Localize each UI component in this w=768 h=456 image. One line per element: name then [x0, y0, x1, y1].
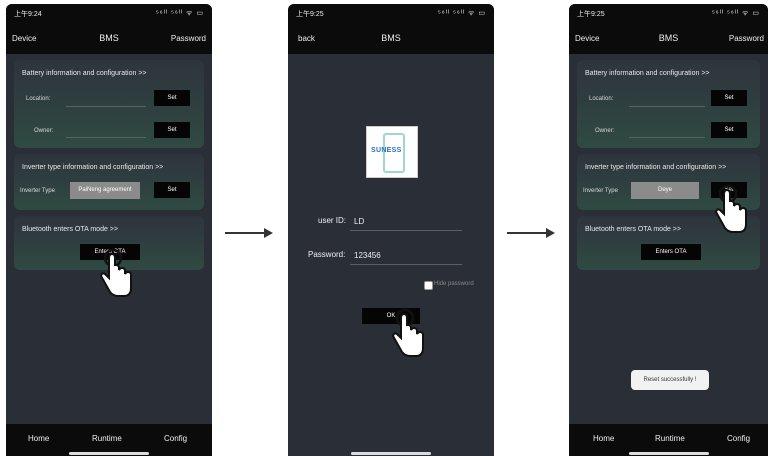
inverter-type-select[interactable]: PaiNeng agreement	[70, 182, 140, 199]
phone-screen-1: 上午9:24 ⁵⁶ᴵᴵ ⁵⁶ᴵᴵ ᯤ ▭ Device BMS Password…	[6, 4, 212, 456]
phone-screen-3: 上午9:25 ⁵⁶ᴵᴵ ⁵⁶ᴵᴵ ᯤ ▭ Device BMS Password…	[569, 4, 768, 456]
phone-screen-2: 上午9:25 ⁵⁶ᴵᴵ ⁵⁶ᴵᴵ ᯤ ▭ back BMS SUNESS use…	[288, 4, 494, 456]
logo-text: SUNESS	[371, 147, 402, 154]
tap-hand-icon	[392, 308, 424, 357]
status-time: 上午9:25	[577, 11, 605, 18]
status-bar: 上午9:24 ⁵⁶ᴵᴵ ⁵⁶ᴵᴵ ᯤ ▭	[6, 4, 212, 24]
signal-icons: ⁵⁶ᴵᴵ ⁵⁶ᴵᴵ ᯤ ▭	[437, 10, 486, 17]
owner-input[interactable]	[629, 137, 705, 138]
status-bar: 上午9:25 ⁵⁶ᴵᴵ ⁵⁶ᴵᴵ ᯤ ▭	[569, 4, 768, 24]
location-input[interactable]	[629, 106, 705, 107]
top-nav-bar: back BMS	[288, 24, 494, 54]
flow-arrow-1	[225, 228, 273, 238]
toast-message: Reset successfully !	[631, 370, 709, 390]
page-title: BMS	[381, 33, 401, 43]
owner-label: Owner:	[34, 128, 54, 134]
enter-ota-button[interactable]: Enters OTA	[641, 244, 701, 260]
owner-set-button[interactable]: Set	[154, 122, 190, 138]
hide-password-checkbox[interactable]	[424, 281, 433, 290]
location-label: Location:	[26, 96, 51, 102]
inverter-config-header[interactable]: Inverter type information and configurat…	[22, 164, 163, 171]
owner-set-button[interactable]: Set	[711, 122, 747, 138]
battery-config-card: Battery information and configuration >>…	[577, 60, 760, 148]
inverter-type-select[interactable]: Deye	[631, 182, 699, 199]
nav-runtime[interactable]: Runtime	[92, 434, 122, 443]
home-indicator	[351, 452, 431, 455]
nav-home[interactable]: Home	[28, 434, 49, 443]
password-field[interactable]: 123456	[354, 251, 381, 260]
owner-label: Owner:	[595, 128, 615, 134]
inverter-type-label: Inverter Type	[583, 188, 618, 194]
home-indicator	[69, 452, 149, 455]
battery-config-header[interactable]: Battery information and configuration >>	[22, 70, 147, 77]
password-tab[interactable]: Password	[171, 34, 206, 43]
flow-arrow-2	[507, 228, 555, 238]
user-id-underline	[350, 230, 462, 231]
nav-config[interactable]: Config	[727, 434, 750, 443]
location-input[interactable]	[66, 106, 146, 107]
home-indicator	[629, 452, 709, 455]
hide-password-label: Hide password	[434, 281, 474, 287]
battery-config-header[interactable]: Battery information and configuration >>	[585, 70, 710, 77]
location-set-button[interactable]: Set	[711, 90, 747, 106]
inverter-set-button[interactable]: Set	[154, 182, 190, 198]
inverter-type-label: Inverter Type	[20, 188, 55, 194]
user-id-field[interactable]: LD	[354, 217, 364, 226]
location-set-button[interactable]: Set	[154, 90, 190, 106]
tap-hand-icon	[715, 184, 747, 233]
top-nav-bar: Device BMS Password	[6, 24, 212, 54]
signal-icons: ⁵⁶ᴵᴵ ⁵⁶ᴵᴵ ᯤ ▭	[155, 10, 204, 17]
suness-logo: SUNESS	[366, 126, 418, 178]
bottom-bar	[288, 448, 494, 456]
ota-header[interactable]: Bluetooth enters OTA mode >>	[585, 226, 681, 233]
bottom-nav: Home Runtime Config	[569, 424, 768, 456]
battery-config-card: Battery information and configuration >>…	[14, 60, 204, 148]
top-nav-bar: Device BMS Password	[569, 24, 768, 54]
nav-config[interactable]: Config	[164, 434, 187, 443]
user-id-label: user ID:	[318, 216, 347, 225]
tap-hand-icon	[100, 248, 132, 297]
location-label: Location:	[589, 96, 614, 102]
inverter-config-header[interactable]: Inverter type information and configurat…	[585, 164, 726, 171]
nav-runtime[interactable]: Runtime	[655, 434, 685, 443]
status-bar: 上午9:25 ⁵⁶ᴵᴵ ⁵⁶ᴵᴵ ᯤ ▭	[288, 4, 494, 24]
signal-icons: ⁵⁶ᴵᴵ ⁵⁶ᴵᴵ ᯤ ▭	[711, 10, 760, 17]
nav-home[interactable]: Home	[593, 434, 614, 443]
password-label: Password:	[308, 250, 346, 259]
password-tab[interactable]: Password	[729, 34, 764, 43]
status-time: 上午9:24	[14, 11, 42, 18]
owner-input[interactable]	[66, 137, 146, 138]
status-time: 上午9:25	[296, 11, 324, 18]
ota-header[interactable]: Bluetooth enters OTA mode >>	[22, 226, 118, 233]
inverter-config-card: Inverter type information and configurat…	[14, 154, 204, 210]
password-underline	[350, 264, 462, 265]
bottom-nav: Home Runtime Config	[6, 424, 212, 456]
